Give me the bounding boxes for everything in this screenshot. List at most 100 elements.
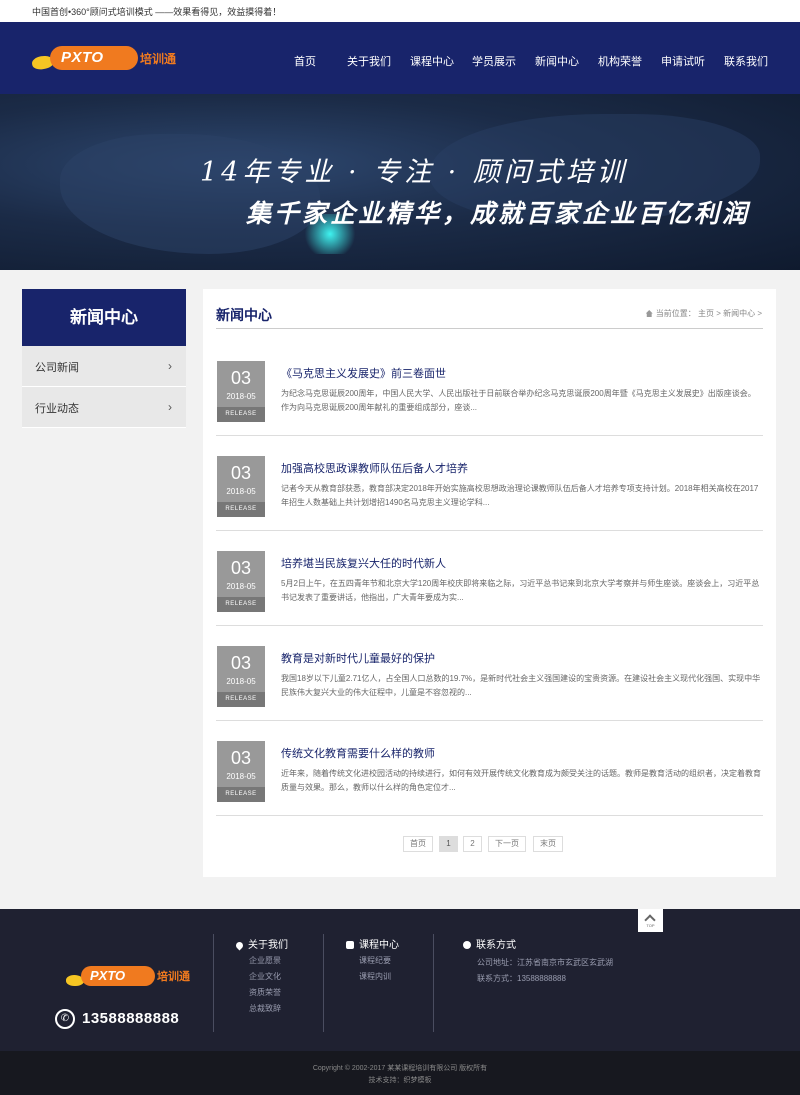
nav-news[interactable]: 新闻中心 [535, 53, 579, 69]
news-title[interactable]: 教育是对新时代儿童最好的保护 [281, 650, 435, 666]
lock-icon [346, 941, 354, 949]
nav-honors[interactable]: 机构荣誉 [598, 53, 642, 69]
news-summary: 为纪念马克思诞辰200周年，中国人民大学、人民出版社于日前联合举办纪念马克思诞辰… [281, 389, 756, 412]
news-summary: 5月2日上午，在五四青年节和北京大学120周年校庆即将来临之际，习近平总书记来到… [281, 579, 760, 602]
crumb-prefix: 当前位置： [655, 309, 696, 318]
banner-line-1: 14年专业 · 专注 · 顾问式培训 [200, 157, 628, 188]
footer-link-ceo[interactable]: 总裁致辞 [249, 1003, 281, 1014]
news-title[interactable]: 培养堪当民族复兴大任的时代新人 [281, 555, 446, 571]
footer-col-label: 联系方式 [476, 940, 516, 951]
map-pin-icon [234, 940, 245, 951]
news-summary: 记者今天从教育部获悉，教育部决定2018年开始实施高校思想政治理论课教师队伍后备… [281, 484, 759, 507]
date-day: 03 [230, 558, 252, 578]
news-title[interactable]: 传统文化教育需要什么样的教师 [281, 745, 435, 761]
date-year-month: 2018-05 [226, 392, 256, 401]
pager-page-1[interactable]: 1 [439, 836, 458, 852]
sidebar-item-label: 行业动态 [35, 403, 79, 415]
pager-last[interactable]: 末页 [533, 836, 563, 852]
crumb-home[interactable]: 主页 [698, 309, 714, 318]
date-day: 03 [230, 463, 252, 483]
crumb-sep: > [716, 309, 721, 318]
page-title: 新闻中心 [216, 307, 272, 323]
news-title[interactable]: 《马克思主义发展史》前三卷面世 [281, 365, 446, 381]
date-day: 03 [230, 653, 252, 673]
footer-phone: 13588888888 [82, 1010, 180, 1027]
news-item[interactable]: 03 2018-05 RELEASE 传统文化教育需要什么样的教师 近年来，随着… [216, 721, 763, 816]
news-item[interactable]: 03 2018-05 RELEASE 《马克思主义发展史》前三卷面世 为纪念马克… [216, 341, 763, 436]
footer-divider [213, 934, 214, 1032]
footer-divider [433, 934, 434, 1032]
main-nav: 首页 关于我们 课程中心 学员展示 新闻中心 机构荣誉 申请试听 联系我们 [0, 22, 800, 94]
support-text[interactable]: 技术支持：织梦模板 [0, 1075, 800, 1085]
release-tag: RELEASE [217, 692, 265, 707]
nav-contact[interactable]: 联系我们 [724, 53, 768, 69]
copyright-bar: Copyright © 2002-2017 某某课程培训有限公司 版权所有 技术… [0, 1051, 800, 1095]
footer-col-label: 关于我们 [248, 940, 288, 951]
crumb-current[interactable]: 新闻中心 [723, 309, 755, 318]
sidebar-item-industry-news[interactable]: 行业动态 › [22, 387, 186, 428]
footer-link-culture[interactable]: 企业文化 [249, 971, 281, 982]
date-year-month: 2018-05 [226, 772, 256, 781]
footer-address: 公司地址：江苏省南京市玄武区玄武湖 [477, 958, 613, 967]
sidebar: 新闻中心 公司新闻 › 行业动态 › [22, 289, 186, 428]
date-year-month: 2018-05 [226, 582, 256, 591]
date-box: 03 2018-05 RELEASE [217, 361, 265, 422]
sidebar-item-company-news[interactable]: 公司新闻 › [22, 346, 186, 387]
hero-banner: 14年专业 · 专注 · 顾问式培训 集千家企业精华，成就百家企业百亿利润 [0, 94, 800, 270]
footer-contact: 联系方式：13588888888 [477, 974, 566, 983]
footer-col-contact-title: 联系方式 [463, 936, 516, 951]
news-item[interactable]: 03 2018-05 RELEASE 培养堪当民族复兴大任的时代新人 5月2日上… [216, 531, 763, 626]
date-box: 03 2018-05 RELEASE [217, 551, 265, 612]
crumb-end: > [757, 309, 762, 318]
pager-page-2[interactable]: 2 [463, 836, 482, 852]
top-slogan: 中国首创•360°顾问式培训模式 ——效果看得见，效益摸得着！ [32, 7, 282, 17]
back-to-top-button[interactable]: TOP [638, 909, 663, 932]
footer-logo[interactable]: PXTO 培训通 [64, 962, 204, 992]
pager-next[interactable]: 下一页 [488, 836, 526, 852]
date-year-month: 2018-05 [226, 487, 256, 496]
release-tag: RELEASE [217, 407, 265, 422]
footer-link-internal[interactable]: 课程内训 [359, 971, 391, 982]
copyright-text: Copyright © 2002-2017 某某课程培训有限公司 版权所有 [312, 1065, 488, 1072]
date-day: 03 [230, 368, 252, 388]
footer-col-label: 课程中心 [359, 940, 399, 951]
top-strip: 中国首创•360°顾问式培训模式 ——效果看得见，效益摸得着！ [0, 0, 800, 22]
date-day: 03 [230, 748, 252, 768]
date-box: 03 2018-05 RELEASE [217, 646, 265, 707]
title-divider [216, 328, 763, 329]
banner-line-2: 集千家企业精华，成就百家企业百亿利润 [246, 199, 751, 228]
footer-link-summary[interactable]: 课程纪要 [359, 955, 391, 966]
nav-about[interactable]: 关于我们 [347, 53, 391, 69]
main-panel: 新闻中心 当前位置： 主页 > 新闻中心 > 03 2018-05 RELEAS… [203, 289, 776, 877]
pagination: 首页 1 2 下一页 末页 [203, 836, 776, 852]
nav-students[interactable]: 学员展示 [472, 53, 516, 69]
chevron-right-icon: › [168, 400, 172, 414]
footer-link-honors[interactable]: 资质荣誉 [249, 987, 281, 998]
news-title[interactable]: 加强高校思政课教师队伍后备人才培养 [281, 460, 468, 476]
breadcrumb: 当前位置： 主页 > 新闻中心 > [645, 308, 762, 319]
nav-trial[interactable]: 申请试听 [661, 53, 705, 69]
logo-cn: 培训通 [157, 971, 190, 983]
globe-icon [463, 941, 471, 949]
logo-brand: PXTO [90, 968, 126, 983]
footer-col-courses-title: 课程中心 [346, 936, 399, 951]
release-tag: RELEASE [217, 597, 265, 612]
nav-home[interactable]: 首页 [294, 53, 316, 69]
news-item[interactable]: 03 2018-05 RELEASE 加强高校思政课教师队伍后备人才培养 记者今… [216, 436, 763, 531]
release-tag: RELEASE [217, 502, 265, 517]
news-item[interactable]: 03 2018-05 RELEASE 教育是对新时代儿童最好的保护 我国18岁以… [216, 626, 763, 721]
sidebar-item-label: 公司新闻 [35, 362, 79, 374]
chevron-right-icon: › [168, 359, 172, 373]
home-icon [645, 310, 653, 317]
date-box: 03 2018-05 RELEASE [217, 456, 265, 517]
sidebar-title: 新闻中心 [22, 289, 186, 346]
footer-col-about-title: 关于我们 [234, 936, 288, 951]
site-header: PXTO 培训通 首页 关于我们 课程中心 学员展示 新闻中心 机构荣誉 申请试… [0, 22, 800, 94]
logo-pill: PXTO [81, 966, 155, 986]
phone-icon: ✆ [55, 1009, 75, 1029]
footer-link-vision[interactable]: 企业愿景 [249, 955, 281, 966]
nav-courses[interactable]: 课程中心 [410, 53, 454, 69]
release-tag: RELEASE [217, 787, 265, 802]
date-box: 03 2018-05 RELEASE [217, 741, 265, 802]
pager-first[interactable]: 首页 [403, 836, 433, 852]
